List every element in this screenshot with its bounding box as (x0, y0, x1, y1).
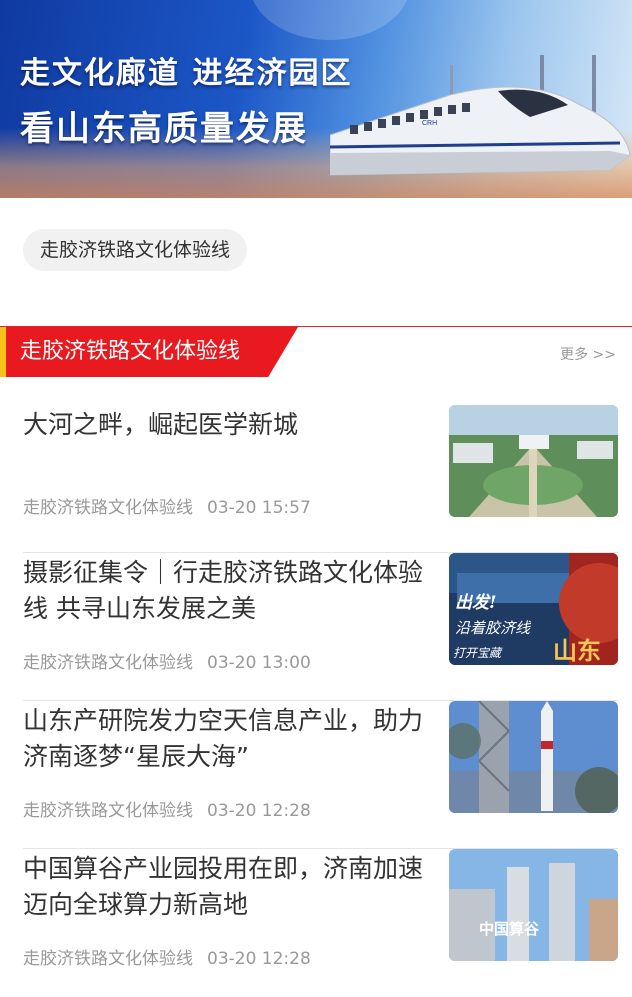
article-title[interactable]: 中国算谷产业园投用在即，济南加速迈向全球算力新高地 (23, 851, 428, 923)
poster-line2: 沿着胶济线 (455, 619, 532, 637)
photo-contest-poster-image: 出发! 沿着胶济线 打开宝藏 山东 (449, 553, 618, 665)
rocket-launch-image (449, 701, 618, 813)
article-source: 走胶济铁路文化体验线 (23, 801, 193, 821)
banner-title-line2: 看山东高质量发展 (20, 109, 308, 149)
banner-glow (250, 0, 410, 40)
poster-line3: 打开宝藏 (453, 646, 503, 660)
section-tab-stripe (0, 327, 6, 377)
article-title[interactable]: 山东产研院发力空天信息产业，助力济南逐梦“星辰大海” (23, 703, 428, 775)
article-item[interactable]: 山东产研院发力空天信息产业，助力济南逐梦“星辰大海” 走胶济铁路文化体验线 03-… (23, 701, 618, 849)
article-thumbnail[interactable] (449, 405, 618, 517)
poster-big-text: 山东 (553, 636, 601, 665)
article-thumbnail[interactable]: 出发! 沿着胶济线 打开宝藏 山东 (449, 553, 618, 665)
article-item[interactable]: 摄影征集令｜行走胶济铁路文化体验线 共寻山东发展之美 走胶济铁路文化体验线 03-… (23, 553, 618, 701)
article-meta: 走胶济铁路文化体验线 03-20 13:00 (23, 648, 311, 673)
article-time: 03-20 12:28 (207, 801, 311, 821)
article-time: 03-20 12:28 (207, 949, 311, 969)
train-badge: CRH (422, 120, 437, 127)
article-source: 走胶济铁路文化体验线 (23, 653, 193, 673)
poster-line1: 出发! (455, 593, 496, 613)
campus-aerial-image (449, 405, 618, 517)
section-title: 走胶济铁路文化体验线 (20, 339, 241, 364)
article-title[interactable]: 摄影征集令｜行走胶济铁路文化体验线 共寻山东发展之美 (23, 555, 428, 627)
computing-park-image: 中国算谷 (449, 849, 618, 961)
high-speed-train-illustration: CRH (330, 55, 631, 176)
article-source: 走胶济铁路文化体验线 (23, 949, 193, 969)
article-thumbnail[interactable]: 中国算谷 (449, 849, 618, 961)
article-source: 走胶济铁路文化体验线 (23, 498, 193, 518)
park-logo-text: 中国算谷 (479, 920, 540, 938)
article-meta: 走胶济铁路文化体验线 03-20 12:28 (23, 796, 311, 821)
tag-chip[interactable]: 走胶济铁路文化体验线 (23, 229, 248, 271)
header-banner: CRH 走文化廊道 进经济园区 看山东高质量发展 (0, 0, 632, 198)
article-item[interactable]: 中国算谷产业园投用在即，济南加速迈向全球算力新高地 走胶济铁路文化体验线 03-2… (23, 849, 618, 997)
article-time: 03-20 13:00 (207, 653, 311, 673)
article-time: 03-20 15:57 (207, 498, 311, 518)
section-header: 走胶济铁路文化体验线 更多 >> (0, 326, 632, 377)
banner-title-line1: 走文化廊道 进经济园区 (20, 56, 353, 91)
article-thumbnail[interactable] (449, 701, 618, 813)
article-title[interactable]: 大河之畔，崛起医学新城 (23, 407, 428, 443)
article-item[interactable]: 大河之畔，崛起医学新城 走胶济铁路文化体验线 03-20 15:57 (23, 405, 618, 553)
article-meta: 走胶济铁路文化体验线 03-20 15:57 (23, 493, 311, 518)
more-link[interactable]: 更多 >> (560, 344, 616, 364)
